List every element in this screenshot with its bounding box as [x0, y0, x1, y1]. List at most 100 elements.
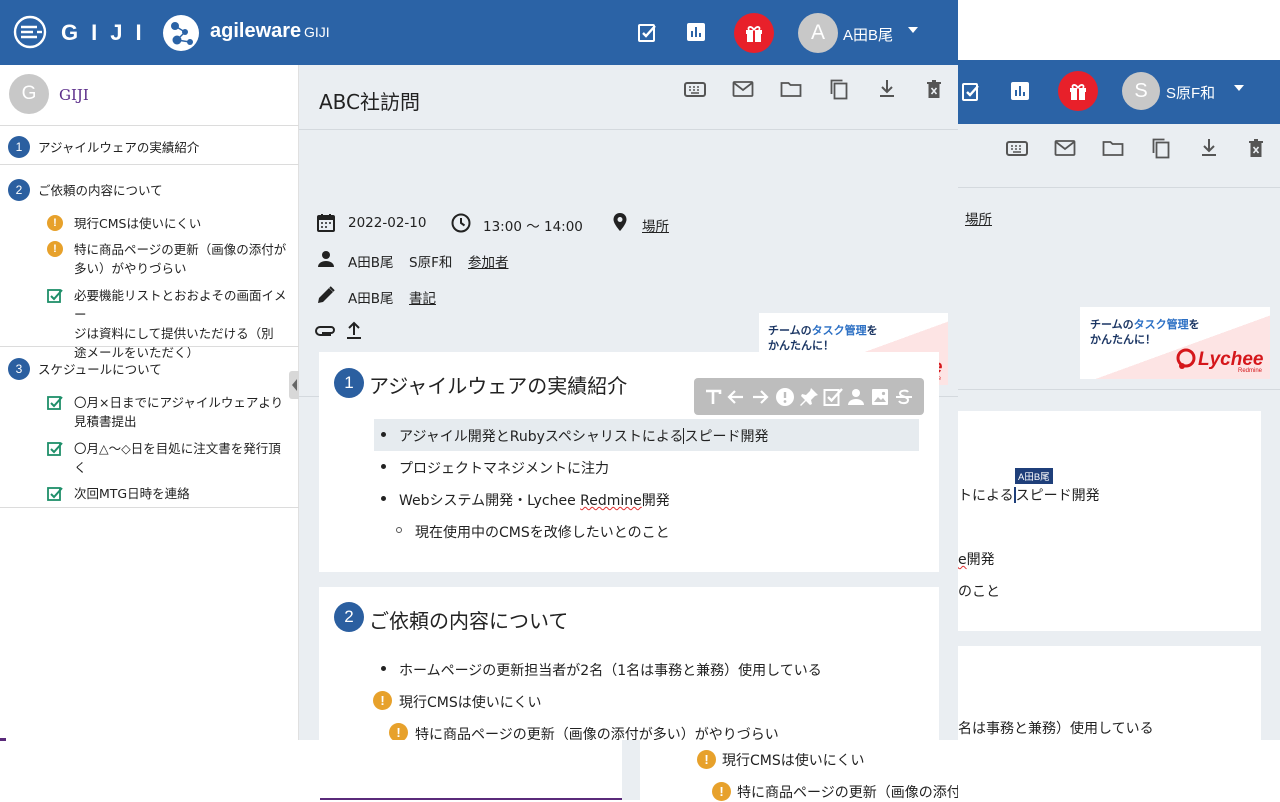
bullet-item[interactable]: プロジェクトマネジメントに注力 — [399, 458, 609, 478]
bullet-item[interactable]: Webシステム開発・Lychee Redmine開発 — [399, 490, 670, 510]
back-avatar-initial: S — [1134, 79, 1148, 102]
keyboard-icon[interactable] — [684, 80, 706, 98]
back-warning-icon-1: ! — [697, 750, 716, 769]
back-line-1: トによる スピード開発 — [958, 487, 1100, 504]
sidebar-avatar: G — [9, 74, 49, 114]
section-2-badge: 2 — [334, 602, 364, 632]
app-name: GIJI — [304, 24, 330, 40]
back-tasks-icon[interactable] — [960, 80, 984, 104]
report-icon[interactable] — [686, 22, 706, 42]
text-icon[interactable] — [704, 388, 722, 406]
back-user-avatar[interactable]: S — [1122, 72, 1160, 110]
sidebar-item[interactable]: 〇月×日までにアジャイルウェアより 見積書提出 — [74, 393, 283, 431]
back-copy-icon[interactable] — [1151, 137, 1171, 159]
tasks-icon[interactable] — [636, 21, 660, 45]
user-avatar[interactable]: A — [798, 13, 838, 53]
sidebar-item[interactable]: 〇月△〜◇日を目処に注文書を発行頂く — [74, 439, 281, 477]
location-icon — [612, 212, 628, 232]
checkbox-icon[interactable] — [823, 387, 843, 407]
participant-2: S原F和 — [409, 255, 453, 271]
upload-icon[interactable] — [346, 321, 362, 339]
copy-icon[interactable] — [829, 78, 849, 100]
alert-icon[interactable] — [775, 387, 795, 407]
sidebar-item[interactable]: 必要機能リストとおおよその画面イメー ジは資料にして提供いただける（別 途メールをい… — [74, 286, 298, 362]
mail-icon[interactable] — [732, 80, 754, 98]
giji-logo-icon[interactable] — [13, 15, 47, 49]
agileware-name: agileware — [210, 20, 302, 42]
back-mail-icon[interactable] — [1054, 139, 1076, 157]
section-1-badge: 1 — [334, 368, 364, 398]
avatar-initial: A — [810, 21, 825, 44]
folder-icon[interactable] — [780, 80, 802, 98]
user-name[interactable]: A田B尾 — [843, 24, 893, 45]
sidebar-warning-icon: ! — [47, 241, 63, 257]
meeting-title[interactable]: ABC社訪問 — [319, 86, 420, 115]
section-2-heading[interactable]: ご依頼の内容について — [369, 605, 568, 634]
sub-bullet-item[interactable]: 現在使用中のCMSを改修したいとのこと — [415, 522, 670, 542]
sidebar-section-2-title[interactable]: ご依頼の内容について — [38, 180, 163, 199]
sidebar-check-icon — [47, 395, 63, 411]
sidebar: G GIJI 1 アジャイルウェアの実績紹介 2 ご依頼の内容について ! 現行… — [0, 65, 300, 740]
writer-link[interactable]: 書記 — [409, 287, 436, 307]
back-window-gap — [622, 740, 640, 800]
back-sec2-bullet: 名は事務と兼務）使用している — [958, 721, 1154, 737]
warning-item[interactable]: 現行CMSは使いにくい — [399, 692, 541, 712]
back-user-name[interactable]: S原F和 — [1166, 82, 1215, 103]
back-user-caret-icon[interactable] — [1234, 85, 1244, 91]
main-panel: ABC社訪問 2022-02-10 13:00 〜 14:00 場所 A田B尾 … — [299, 65, 958, 740]
back-lychee-ad[interactable]: チームのタスク管理を かんたんに！ Lychee Redmine — [1080, 307, 1270, 379]
back-line-3: e開発 — [958, 552, 995, 568]
sidebar-section-2-badge: 2 — [8, 179, 30, 201]
gift-icon[interactable] — [734, 13, 774, 53]
warning-icon: ! — [389, 723, 408, 740]
back-window-card-strip: ! 現行CMSは使いにくい ! 特に商品ページの更新（画像の添付が多い）がやりづ… — [640, 740, 1101, 801]
sidebar-item[interactable]: 次回MTG日時を連絡 — [74, 484, 190, 503]
back-download-icon[interactable] — [1200, 138, 1218, 158]
arrow-right-icon[interactable] — [751, 388, 769, 406]
back-window-left-strip — [320, 740, 622, 800]
arrow-left-icon[interactable] — [727, 388, 745, 406]
sidebar-title[interactable]: GIJI — [59, 86, 89, 104]
bullet-item[interactable]: ホームページの更新担当者が2名（1名は事務と兼務）使用している — [399, 660, 822, 680]
paperclip-icon — [315, 323, 337, 337]
back-report-icon[interactable] — [1009, 80, 1031, 102]
strikethrough-icon[interactable] — [895, 388, 913, 406]
sidebar-section-3-title[interactable]: スケジュールについて — [38, 359, 162, 378]
topbar: GIJI agileware GIJI A A田B尾 — [0, 0, 958, 65]
back-folder-icon[interactable] — [1102, 139, 1124, 157]
back-keyboard-icon[interactable] — [1006, 139, 1028, 157]
front-window-edge — [0, 738, 6, 741]
bullet-dot — [381, 464, 386, 469]
back-location-link[interactable]: 場所 — [965, 208, 992, 228]
meeting-date[interactable]: 2022-02-10 — [348, 215, 426, 231]
sidebar-divider-top — [0, 125, 299, 126]
sidebar-check-icon — [47, 486, 63, 502]
giji-wordmark: GIJI — [61, 20, 155, 45]
back-delete-icon[interactable] — [1248, 138, 1264, 158]
section-1-heading[interactable]: アジャイルウェアの実績紹介 — [369, 370, 627, 399]
person-assign-icon[interactable] — [847, 388, 865, 406]
sidebar-divider-2 — [0, 346, 299, 347]
participants-link[interactable]: 参加者 — [468, 251, 509, 271]
sidebar-item[interactable]: 現行CMSは使いにくい — [74, 214, 201, 233]
meeting-time[interactable]: 13:00 〜 14:00 — [483, 215, 583, 235]
pin-icon[interactable] — [799, 387, 819, 407]
bullet-dot — [381, 496, 386, 501]
user-menu-caret-icon[interactable] — [908, 27, 918, 33]
bullet-dot — [381, 432, 386, 437]
warning-item[interactable]: 特に商品ページの更新（画像の添付が多い）がやりづらい — [415, 724, 779, 740]
image-icon[interactable] — [871, 388, 889, 406]
location-link[interactable]: 場所 — [642, 215, 669, 235]
back-line-4: のこと — [958, 584, 1000, 600]
back-gift-icon[interactable] — [1058, 71, 1098, 111]
back-warning-icon-2: ! — [712, 782, 731, 801]
sidebar-item[interactable]: 特に商品ページの更新（画像の添付が 多い）がやりづらい — [74, 240, 286, 278]
calendar-icon — [316, 213, 336, 233]
bullet-item[interactable]: アジャイル開発とRubyスペシャリストによるスピード開発 — [399, 426, 768, 446]
back-card-1: A田B尾 トによる スピード開発 e開発 のこと — [958, 411, 1261, 631]
delete-icon[interactable] — [926, 79, 942, 99]
svg-text:Lychee: Lychee — [1198, 349, 1264, 370]
sidebar-section-1-title[interactable]: アジャイルウェアの実績紹介 — [38, 137, 199, 156]
svg-text:Redmine: Redmine — [1238, 368, 1263, 373]
download-icon[interactable] — [878, 79, 896, 99]
